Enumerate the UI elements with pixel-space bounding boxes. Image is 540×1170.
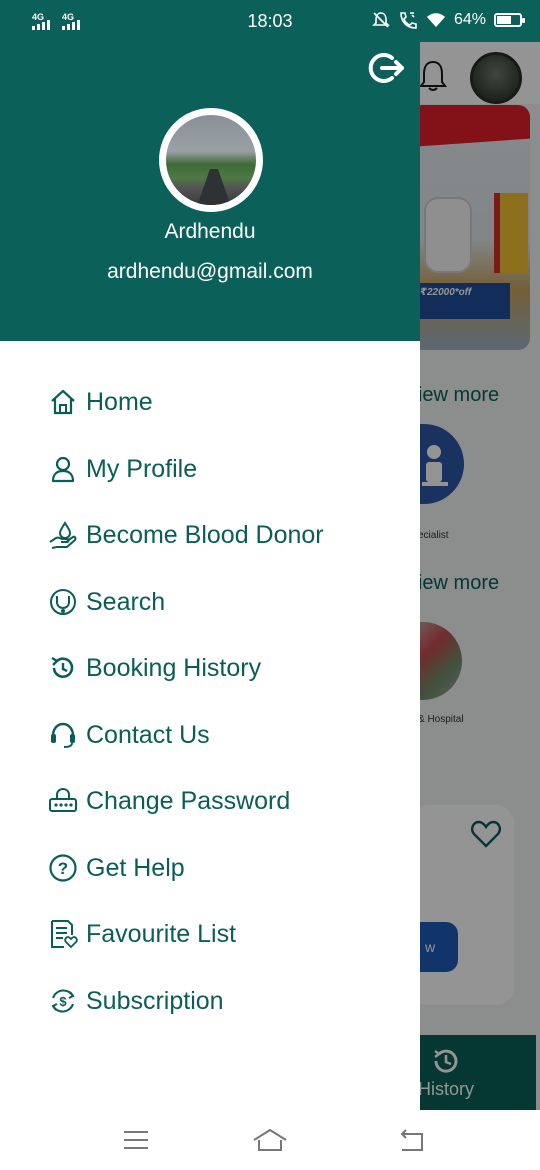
- menu-label: Search: [86, 587, 166, 616]
- menu-item-favourite-list[interactable]: Favourite List: [48, 914, 236, 954]
- battery-percent: 64%: [453, 11, 486, 28]
- user-email: ardhendu@gmail.com: [107, 260, 313, 283]
- profile-avatar[interactable]: [159, 108, 263, 212]
- menu-label: Home: [86, 387, 153, 416]
- stethoscope-icon: [50, 589, 76, 615]
- menu-label: Contact Us: [86, 720, 210, 749]
- wifi-icon: [426, 13, 445, 27]
- menu-label: Favourite List: [86, 919, 237, 948]
- status-bar: 4G 4G 18:03 64%: [0, 0, 540, 42]
- logout-icon[interactable]: [366, 48, 406, 88]
- navigation-drawer: Ardhendu ardhendu@gmail.com Home My Prof…: [0, 40, 420, 1110]
- back-icon[interactable]: [392, 1124, 432, 1156]
- menu-icon[interactable]: [116, 1124, 156, 1156]
- home-icon[interactable]: [250, 1124, 290, 1156]
- user-name: Ardhendu: [164, 220, 256, 243]
- menu-label: Subscription: [86, 986, 224, 1015]
- menu-item-home[interactable]: Home: [48, 382, 153, 422]
- menu-item-subscription[interactable]: $ Subscription: [48, 981, 224, 1021]
- menu-label: Change Password: [86, 786, 291, 815]
- password-icon: [49, 787, 77, 812]
- home-icon: [51, 389, 75, 415]
- menu-item-contact-us[interactable]: Contact Us: [48, 715, 210, 755]
- menu-label: My Profile: [86, 454, 198, 483]
- volte-call-icon: [400, 12, 417, 29]
- subscription-icon: $: [51, 989, 75, 1013]
- svg-text:$: $: [59, 994, 67, 1009]
- menu-item-become-blood-donor[interactable]: Become Blood Donor: [48, 515, 324, 555]
- history-icon: [51, 656, 74, 678]
- favourite-list-icon: [51, 920, 78, 949]
- battery-icon: [494, 13, 525, 27]
- menu-item-booking-history[interactable]: Booking History: [48, 648, 261, 688]
- blood-donor-icon: [49, 521, 77, 549]
- svg-text:?: ?: [58, 859, 68, 878]
- menu-item-get-help[interactable]: ? Get Help: [48, 848, 185, 888]
- drawer-header: Ardhendu ardhendu@gmail.com: [0, 40, 420, 341]
- mute-icon: [372, 12, 390, 28]
- menu-label: Booking History: [86, 653, 262, 682]
- menu-label: Get Help: [86, 853, 185, 882]
- menu-item-search[interactable]: Search: [48, 582, 165, 622]
- menu-item-change-password[interactable]: Change Password: [48, 781, 290, 821]
- menu-item-my-profile[interactable]: My Profile: [48, 449, 197, 489]
- user-icon: [51, 456, 75, 483]
- headset-icon: [51, 722, 75, 748]
- help-icon: ?: [49, 854, 77, 882]
- system-nav-bar: [0, 1110, 540, 1170]
- menu-label: Become Blood Donor: [86, 520, 324, 549]
